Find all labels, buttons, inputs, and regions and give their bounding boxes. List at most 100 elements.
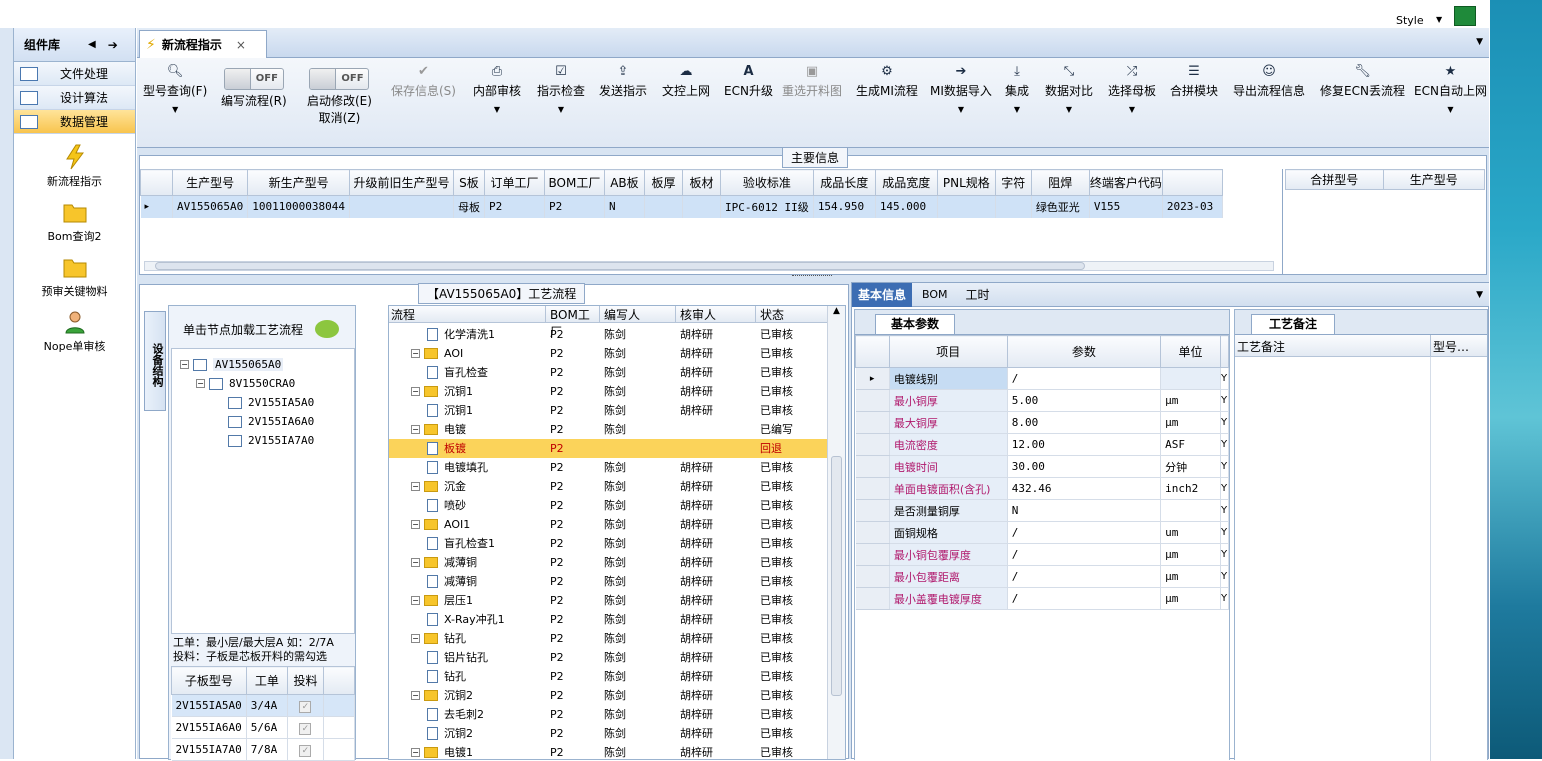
flow-row[interactable]: − 沉金 P2 陈剑 胡梓研 已审核	[389, 477, 845, 496]
collapse-icon[interactable]: −	[411, 634, 420, 643]
table-cell[interactable]: 母板	[453, 195, 485, 218]
param-row[interactable]: 最小包覆距离 / μm Y	[855, 565, 1229, 588]
column-header[interactable]: 板材	[681, 169, 721, 196]
toggle-switch[interactable]: OFF	[223, 68, 284, 90]
vertical-scrollbar[interactable]: ▲	[827, 306, 845, 759]
flow-row[interactable]: 去毛刺2 P2 陈剑 胡梓研 已审核	[389, 705, 845, 724]
table-cell[interactable]: 7/8A	[246, 738, 288, 761]
collapse-icon[interactable]: −	[411, 387, 420, 396]
column-header[interactable]: 成品宽度	[874, 169, 938, 196]
ecn-auto-online-button[interactable]: ★ ECN自动上网 ▼	[1414, 64, 1487, 114]
param-row[interactable]: ▸ 电镀线别 / Y	[855, 367, 1229, 390]
tab-new-process[interactable]: ⚡ 新流程指示 ×	[139, 30, 267, 58]
tool-bom-query[interactable]: Bom查询2	[14, 199, 135, 244]
collapse-icon[interactable]: −	[411, 349, 420, 358]
table-cell[interactable]: P2	[544, 195, 605, 218]
column-header[interactable]: BOM工厂	[543, 169, 605, 196]
model-query-button[interactable]: 🔍︎ 型号查询(F) ▼	[143, 64, 207, 114]
toggle-switch[interactable]: OFF	[309, 68, 370, 90]
column-header[interactable]: 编写人	[600, 306, 676, 322]
table-cell[interactable]	[349, 195, 454, 218]
excel-icon[interactable]	[1454, 6, 1476, 26]
tab-list-dropdown-icon[interactable]: ▼	[1476, 37, 1483, 47]
table-cell[interactable]: 5/6A	[246, 716, 288, 739]
collapse-icon[interactable]: −	[411, 558, 420, 567]
dropdown-arrow-icon[interactable]: ▼	[1045, 105, 1093, 114]
table-cell[interactable]: AV155065A0	[172, 195, 249, 218]
flow-row[interactable]: 铝片钻孔 P2 陈剑 胡梓研 已审核	[389, 648, 845, 667]
table-row[interactable]: 2V155IA5A0 3/4A ✓	[171, 694, 356, 717]
table-cell[interactable]: 绿色亚光	[1031, 195, 1090, 218]
tab-work-hours[interactable]: 工时	[958, 286, 998, 303]
chevron-down-icon[interactable]: ▼	[1436, 15, 1442, 24]
table-cell[interactable]	[937, 195, 996, 218]
column-header[interactable]: 投料	[286, 666, 324, 695]
flow-row[interactable]: 盲孔检查1 P2 陈剑 胡梓研 已审核	[389, 534, 845, 553]
column-header[interactable]: 阻焊	[1030, 169, 1090, 196]
table-cell[interactable]: 145.000	[875, 195, 938, 218]
flow-row[interactable]: 化学清洗1 P2 陈剑 胡梓研 已审核	[389, 325, 845, 344]
save-info-button[interactable]: ✔ 保存信息(S)	[391, 64, 456, 99]
param-value[interactable]: /	[1007, 543, 1162, 566]
flow-row[interactable]: 板镀 P2 回退	[389, 439, 845, 458]
flow-row[interactable]: − 钻孔 P2 陈剑 胡梓研 已审核	[389, 629, 845, 648]
table-cell[interactable]: 2V155IA7A0	[171, 738, 247, 761]
collapse-left-icon[interactable]: ◀	[88, 39, 96, 50]
param-row[interactable]: 面铜规格 / um Y	[855, 521, 1229, 544]
column-header[interactable]: 字符	[994, 169, 1032, 196]
table-cell[interactable]: 2023-03	[1162, 195, 1223, 218]
param-value[interactable]: 12.00	[1007, 433, 1162, 456]
data-compare-button[interactable]: ⤡ 数据对比 ▼	[1045, 64, 1093, 114]
param-row[interactable]: 最小铜包覆厚度 / μm Y	[855, 543, 1229, 566]
flow-row[interactable]: 沉铜1 P2 陈剑 胡梓研 已审核	[389, 401, 845, 420]
column-header[interactable]: 参数	[1006, 335, 1162, 368]
dropdown-arrow-icon[interactable]: ▼	[537, 105, 585, 114]
tree-node-child[interactable]: − 8V1550CRA0	[180, 374, 354, 393]
sub-tab-basic-params[interactable]: 基本参数	[875, 314, 955, 334]
column-header[interactable]: 型号…	[1431, 335, 1487, 356]
table-cell[interactable]: 3/4A	[246, 694, 288, 717]
feed-checkbox[interactable]: ✓	[299, 744, 312, 757]
table-cell[interactable]: P2	[484, 195, 545, 218]
feed-checkbox[interactable]: ✓	[299, 722, 312, 735]
collapse-icon[interactable]: −	[180, 360, 189, 369]
dropdown-arrow-icon[interactable]: ▼	[143, 105, 207, 114]
send-instruction-button[interactable]: ⇪ 发送指示	[599, 64, 647, 99]
sub-tab-process-remark[interactable]: 工艺备注	[1251, 314, 1335, 334]
param-value[interactable]: 30.00	[1007, 455, 1162, 478]
mi-data-import-button[interactable]: ➔ MI数据导入 ▼	[930, 64, 992, 114]
flow-row[interactable]: − AOI P2 陈剑 胡梓研 已审核	[389, 344, 845, 363]
param-row[interactable]: 最小铜厚 5.00 μm Y	[855, 389, 1229, 412]
splitter-handle[interactable]	[792, 275, 832, 280]
param-value[interactable]: N	[1007, 499, 1162, 522]
param-row[interactable]: 最大铜厚 8.00 μm Y	[855, 411, 1229, 434]
generate-mi-process-button[interactable]: ⚙ 生成MI流程	[856, 64, 918, 99]
style-menu[interactable]: Style	[1396, 14, 1424, 27]
param-value[interactable]: /	[1007, 521, 1162, 544]
flow-row[interactable]: − 层压1 P2 陈剑 胡梓研 已审核	[389, 591, 845, 610]
table-cell[interactable]	[995, 195, 1032, 218]
param-value[interactable]: /	[1007, 367, 1162, 390]
flow-row[interactable]: − 沉铜2 P2 陈剑 胡梓研 已审核	[389, 686, 845, 705]
table-cell[interactable]: 154.950	[813, 195, 876, 218]
param-value[interactable]: /	[1007, 565, 1162, 588]
instruction-check-button[interactable]: ☑ 指示检查 ▼	[537, 64, 585, 114]
dropdown-arrow-icon[interactable]: ▼	[473, 105, 521, 114]
column-header[interactable]: 成品长度	[812, 169, 876, 196]
integrate-button[interactable]: ⤓ 集成 ▼	[1005, 64, 1029, 114]
flow-row[interactable]: 钻孔 P2 陈剑 胡梓研 已审核	[389, 667, 845, 686]
column-header[interactable]: 流程	[389, 306, 546, 322]
start-modify-toggle[interactable]: OFF 启动修改(E) 取消(Z)	[307, 64, 372, 126]
flow-row[interactable]: − AOI1 P2 陈剑 胡梓研 已审核	[389, 515, 845, 534]
column-header[interactable]: 验收标准	[719, 169, 814, 196]
table-row[interactable]: 2V155IA7A0 7/8A ✓	[171, 738, 356, 761]
tool-new-process[interactable]: 新流程指示	[14, 144, 135, 189]
flow-row[interactable]: 电镀填孔 P2 陈剑 胡梓研 已审核	[389, 458, 845, 477]
table-cell[interactable]: N	[604, 195, 645, 218]
tab-basic-info[interactable]: 基本信息	[852, 282, 913, 307]
column-header[interactable]: 订单工厂	[483, 169, 545, 196]
flow-row[interactable]: X-Ray冲孔1 P2 陈剑 胡梓研 已审核	[389, 610, 845, 629]
param-row[interactable]: 单面电镀面积(含孔) 432.46 inch2 Y	[855, 477, 1229, 500]
column-header[interactable]: 子板型号	[171, 666, 247, 695]
flow-row[interactable]: 盲孔检查 P2 陈剑 胡梓研 已审核	[389, 363, 845, 382]
